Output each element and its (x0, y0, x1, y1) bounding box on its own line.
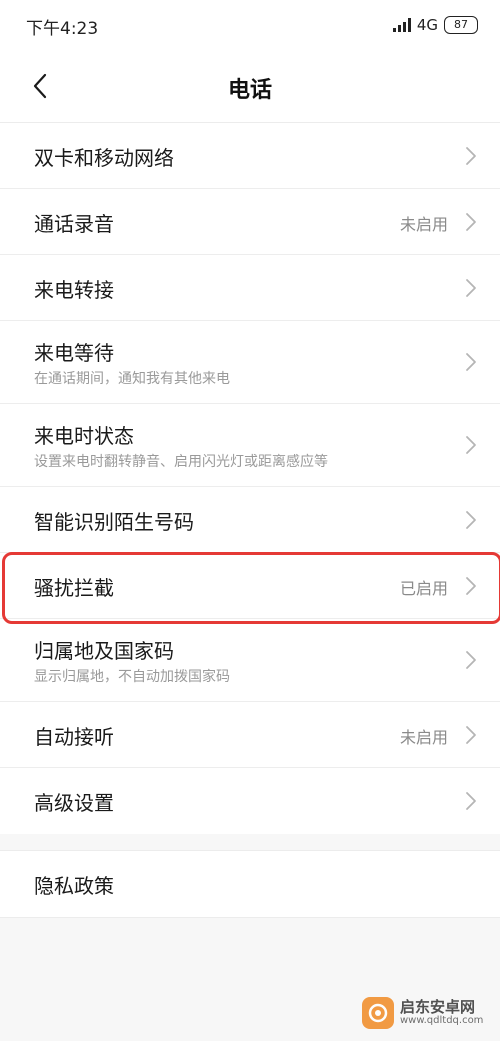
chevron-right-icon (466, 726, 476, 744)
chevron-right-icon (466, 436, 476, 454)
setting-title: 归属地及国家码 (34, 639, 174, 663)
setting-subtitle: 设置来电时翻转静音、启用闪光灯或距离感应等 (34, 454, 328, 470)
setting-privacy-policy[interactable]: 隐私政策 (0, 851, 500, 917)
setting-status: 已启用 (399, 579, 448, 598)
watermark-name: 启东安卓网 (400, 997, 476, 1016)
setting-advanced[interactable]: 高级设置 (0, 768, 500, 834)
setting-title: 隐私政策 (34, 874, 114, 898)
setting-title: 智能识别陌生号码 (34, 510, 194, 534)
chevron-right-icon (466, 147, 476, 165)
setting-subtitle: 显示归属地，不自动加拨国家码 (34, 669, 230, 685)
battery-icon: 87 (444, 16, 478, 34)
setting-status: 未启用 (399, 728, 448, 747)
chevron-right-icon (466, 577, 476, 595)
chevron-right-icon (466, 651, 476, 669)
setting-call-forwarding[interactable]: 来电转接 (0, 255, 500, 321)
setting-title: 双卡和移动网络 (34, 146, 174, 170)
setting-title: 来电转接 (34, 278, 114, 302)
setting-title: 骚扰拦截 (34, 576, 114, 600)
setting-call-waiting[interactable]: 来电等待 在通话期间，通知我有其他来电 (0, 321, 500, 404)
setting-title: 通话录音 (34, 212, 114, 236)
privacy-section: 隐私政策 (0, 850, 500, 918)
status-time: 下午4:23 (26, 19, 99, 39)
setting-region-country-code[interactable]: 归属地及国家码 显示归属地，不自动加拨国家码 (0, 619, 500, 702)
setting-incoming-call-status[interactable]: 来电时状态 设置来电时翻转静音、启用闪光灯或距离感应等 (0, 404, 500, 487)
chevron-right-icon (466, 279, 476, 297)
watermark-text: 启东安卓网 www.qdltdq.com (400, 997, 484, 1026)
chevron-right-icon (466, 213, 476, 231)
setting-dual-sim-network[interactable]: 双卡和移动网络 (0, 123, 500, 189)
watermark-logo-icon (362, 997, 394, 1029)
chevron-right-icon (466, 511, 476, 529)
watermark-url: www.qdltdq.com (400, 1014, 484, 1026)
network-type: 4G (416, 16, 438, 34)
setting-smart-identify-unknown[interactable]: 智能识别陌生号码 (0, 487, 500, 553)
setting-title: 来电时状态 (34, 424, 134, 448)
setting-title: 来电等待 (34, 341, 114, 365)
watermark: 启东安卓网 www.qdltdq.com (362, 995, 492, 1031)
chevron-right-icon (466, 792, 476, 810)
setting-title: 高级设置 (34, 791, 114, 815)
title-bar: 电话 (0, 50, 500, 123)
setting-status: 未启用 (399, 215, 448, 234)
signal-icon (392, 18, 411, 32)
chevron-right-icon (466, 353, 476, 371)
setting-harassment-block[interactable]: 骚扰拦截 已启用 (0, 553, 500, 619)
page-title: 电话 (227, 78, 272, 103)
setting-call-recording[interactable]: 通话录音 未启用 (0, 189, 500, 255)
setting-title: 自动接听 (34, 725, 114, 749)
setting-auto-answer[interactable]: 自动接听 未启用 (0, 702, 500, 768)
settings-list: 双卡和移动网络 通话录音 未启用 来电转接 来电等待 在通话期间，通知我有其他来… (0, 123, 500, 834)
status-bar: 下午4:23 4G 87 (0, 0, 500, 50)
status-indicators: 4G 87 (392, 14, 478, 36)
setting-subtitle: 在通话期间，通知我有其他来电 (34, 371, 230, 387)
